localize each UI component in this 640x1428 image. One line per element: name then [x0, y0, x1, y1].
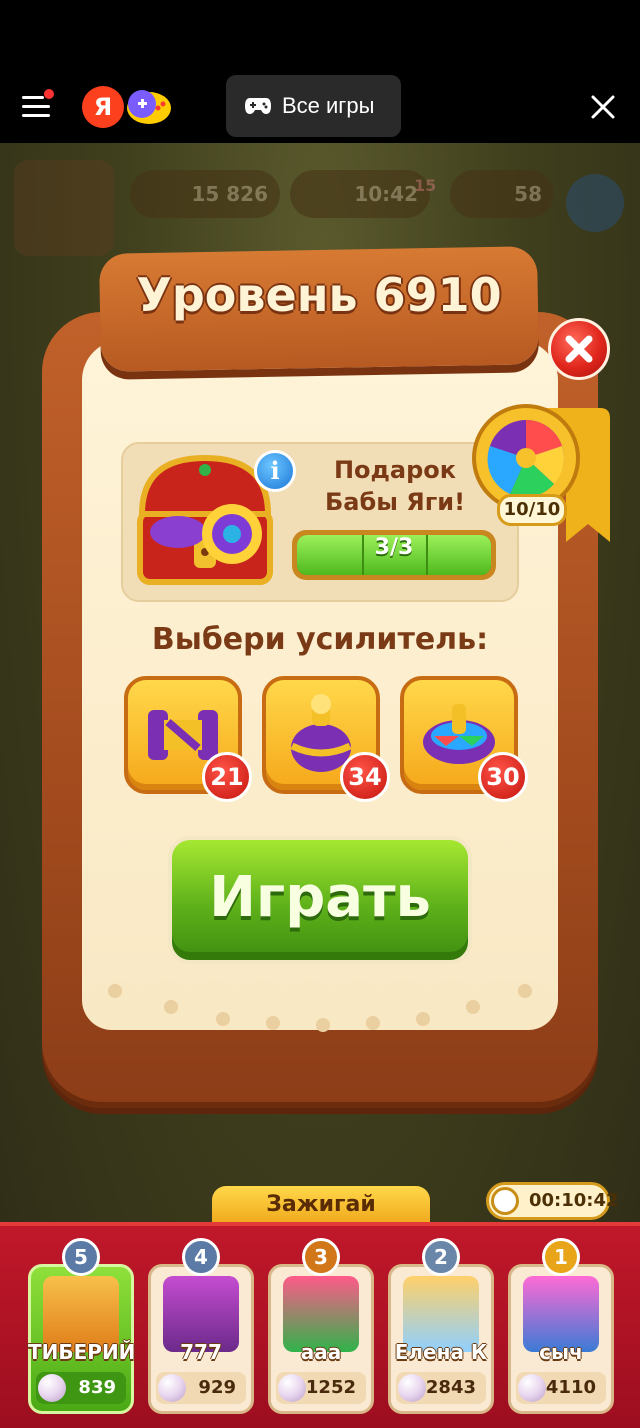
- player-name: 777: [180, 1340, 222, 1364]
- game-screen: Я Все игры 15 826 10:42 58 15 Уровень 69…: [0, 0, 640, 1428]
- event-timer-label: 00:10:42: [529, 1190, 619, 1211]
- player-name: Елена К: [394, 1340, 488, 1364]
- clock-icon: [491, 1187, 519, 1215]
- player-name: сыч: [539, 1340, 583, 1364]
- all-games-label: Все игры: [282, 93, 375, 118]
- rank-badge: 5: [62, 1238, 100, 1276]
- dialog-close-button[interactable]: [548, 318, 610, 380]
- all-games-button[interactable]: Все игры: [226, 75, 401, 137]
- settings-gear-icon: [566, 174, 624, 232]
- roulette-count: 10/10: [497, 494, 567, 526]
- gamepad-logo-icon[interactable]: [124, 86, 174, 128]
- rank-badge: 3: [302, 1238, 340, 1276]
- close-icon: [565, 335, 593, 363]
- rank-badge: 4: [182, 1238, 220, 1276]
- booster-hammer-count: 21: [202, 752, 252, 802]
- pearl-icon: [518, 1374, 546, 1402]
- stars-counter: 58: [450, 170, 554, 218]
- lives-timer: 10:42: [290, 170, 430, 218]
- close-icon[interactable]: [588, 92, 618, 122]
- pearl-icon: [398, 1374, 426, 1402]
- booster-bomb-count: 34: [340, 752, 390, 802]
- coins-counter: 15 826: [130, 170, 280, 218]
- play-button[interactable]: Играть: [168, 836, 472, 964]
- booster-top-count: 30: [478, 752, 528, 802]
- notification-dot-icon: [44, 89, 54, 99]
- boost-heading: Выбери усилитель:: [151, 622, 489, 657]
- event-timer: 00:10:42: [486, 1182, 619, 1220]
- player-name: ааа: [300, 1340, 342, 1364]
- gift-progress-label: 3/3: [374, 535, 414, 560]
- rank-badge: 1: [542, 1238, 580, 1276]
- avatar-frame-dimmed: [14, 160, 114, 256]
- pearl-icon: [158, 1374, 186, 1402]
- info-button[interactable]: i: [254, 450, 296, 492]
- hamburger-menu-button[interactable]: [22, 89, 56, 122]
- rank-badge: 2: [422, 1238, 460, 1276]
- gift-progress-bar: 3/3: [292, 530, 496, 580]
- pearl-icon: [278, 1374, 306, 1402]
- browser-top-bar: Я Все игры: [0, 0, 640, 143]
- pearl-icon: [38, 1374, 66, 1402]
- leaderboard-tab[interactable]: Зажигай: [212, 1186, 430, 1226]
- gift-title: Подарок Бабы Яги!: [324, 456, 466, 516]
- lives-badge: 15: [414, 176, 437, 195]
- level-title: Уровень 6910: [136, 268, 502, 322]
- player-name: ТИБЕРИЙ: [28, 1340, 136, 1364]
- gamepad-icon: [245, 98, 271, 114]
- roulette-wheel-icon[interactable]: [470, 402, 610, 550]
- yandex-logo[interactable]: Я: [82, 86, 124, 128]
